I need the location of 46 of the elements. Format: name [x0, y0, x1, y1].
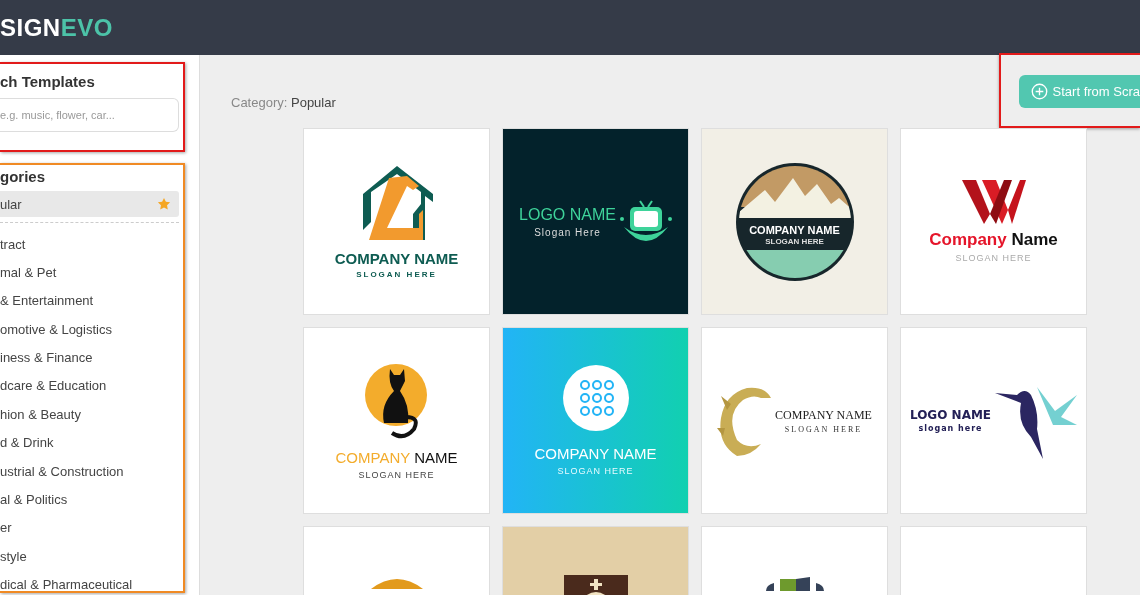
category-item[interactable]: tract: [0, 231, 179, 257]
logo-slogan: SLOGAN HERE: [784, 424, 863, 434]
logo-name: COMPANY NAME: [334, 250, 459, 267]
category-item[interactable]: ular: [0, 191, 179, 217]
category-item[interactable]: style: [0, 543, 179, 570]
logo-template-card[interactable]: LOGO NAME slogan here: [900, 327, 1087, 514]
logo-template-card[interactable]: COMPANY NAME SLOGAN HERE: [303, 128, 490, 315]
logo-slogan: Slogan Here: [534, 226, 601, 238]
category-item[interactable]: er: [0, 514, 179, 541]
logo-slogan: SLOGAN HERE: [955, 253, 1032, 263]
logo-template-card[interactable]: Company Name SLOGAN HERE: [900, 128, 1087, 315]
logo-template-card[interactable]: COMPANY NAME SLOGAN HERE: [303, 327, 490, 514]
logo-template-card[interactable]: COMPANY NAME SLOGAN HERE: [701, 128, 888, 315]
category-item[interactable]: dcare & Education: [0, 372, 179, 399]
search-title: ch Templates: [0, 73, 96, 90]
logo-slogan: SLOGAN HERE: [557, 466, 634, 476]
brand-logo[interactable]: SIGNEVO: [0, 13, 113, 42]
category-item[interactable]: omotive & Logistics: [0, 316, 179, 343]
category-item[interactable]: dical & Pharmaceutical: [0, 571, 179, 595]
category-item[interactable]: al & Politics: [0, 486, 179, 513]
logo-slogan: slogan here: [918, 424, 983, 433]
categories-title: gories: [0, 168, 46, 185]
category-item[interactable]: & Entertainment: [0, 287, 179, 314]
logo-template-card[interactable]: LOGO NAME Slogan Here: [502, 128, 689, 315]
chapel-drawing: [563, 575, 628, 595]
category-item[interactable]: iness & Finance: [0, 344, 179, 371]
logo-name: Company Name: [929, 230, 1058, 250]
logo-template-card[interactable]: COMPANY NAME SLOGAN HERE: [701, 327, 888, 514]
category-heading: Category: Popular: [231, 95, 336, 110]
dot-grid-icon: [562, 365, 629, 431]
logo-name: COMPANY NAME: [775, 407, 872, 423]
logo-name: COMPANY NAME: [749, 223, 840, 236]
category-item[interactable]: d & Drink: [0, 429, 179, 456]
logo-name: LOGO NAME: [909, 408, 992, 422]
logo-slogan: SLOGAN HERE: [358, 470, 435, 480]
category-item[interactable]: mal & Pet: [0, 259, 179, 286]
logo-slogan: SLOGAN HERE: [356, 270, 437, 279]
category-item[interactable]: hion & Beauty: [0, 401, 179, 428]
chevron-logo-icon: [961, 180, 1026, 224]
plus-circle-icon: [1030, 83, 1048, 100]
logo-name: COMPANY NAME: [534, 445, 657, 462]
cat-silhouette-icon: [364, 361, 429, 441]
category-item[interactable]: ustrial & Construction: [0, 458, 179, 485]
logo-slogan: SLOGAN HERE: [765, 236, 824, 246]
logo-name: LOGO NAME: [519, 205, 616, 224]
logo-name: COMPANY NAME: [335, 449, 458, 466]
